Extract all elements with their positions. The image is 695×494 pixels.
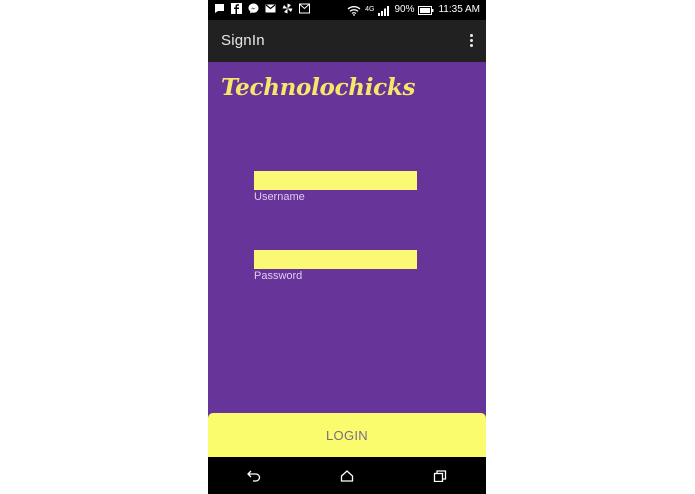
network-type: 4G xyxy=(365,6,375,13)
screen-title: SignIn xyxy=(221,32,265,49)
back-icon[interactable] xyxy=(241,463,267,489)
login-button[interactable]: LOGIN xyxy=(208,413,486,457)
action-bar: SignIn xyxy=(208,20,486,62)
wifi-icon xyxy=(347,5,361,16)
navigation-bar xyxy=(208,457,486,494)
recents-icon[interactable] xyxy=(427,463,453,489)
notification-icons xyxy=(214,3,310,14)
home-icon[interactable] xyxy=(334,463,360,489)
login-button-label: LOGIN xyxy=(326,427,368,443)
facebook-icon xyxy=(231,3,242,14)
messenger-icon xyxy=(248,3,259,14)
app-brand-title: Technolochicks xyxy=(221,74,416,101)
password-label: Password xyxy=(254,270,303,282)
battery-percent: 90% xyxy=(394,4,415,15)
username-input[interactable] xyxy=(254,171,417,190)
password-input[interactable] xyxy=(254,250,417,269)
signal-icon xyxy=(378,5,390,16)
clock: 11:35 AM xyxy=(438,4,480,15)
battery-icon xyxy=(418,5,434,15)
phone-screen: 4G 90% 11:35 AM SignIn Technolochicks Us… xyxy=(208,0,486,494)
mail-icon xyxy=(299,3,310,14)
username-label: Username xyxy=(254,191,305,203)
status-indicators: 4G 90% 11:35 AM xyxy=(347,3,480,17)
overflow-menu-icon[interactable] xyxy=(468,34,474,50)
gmail-icon xyxy=(265,4,276,13)
pinwheel-icon xyxy=(282,3,293,14)
message-icon xyxy=(215,4,224,13)
status-bar: 4G 90% 11:35 AM xyxy=(208,0,486,20)
